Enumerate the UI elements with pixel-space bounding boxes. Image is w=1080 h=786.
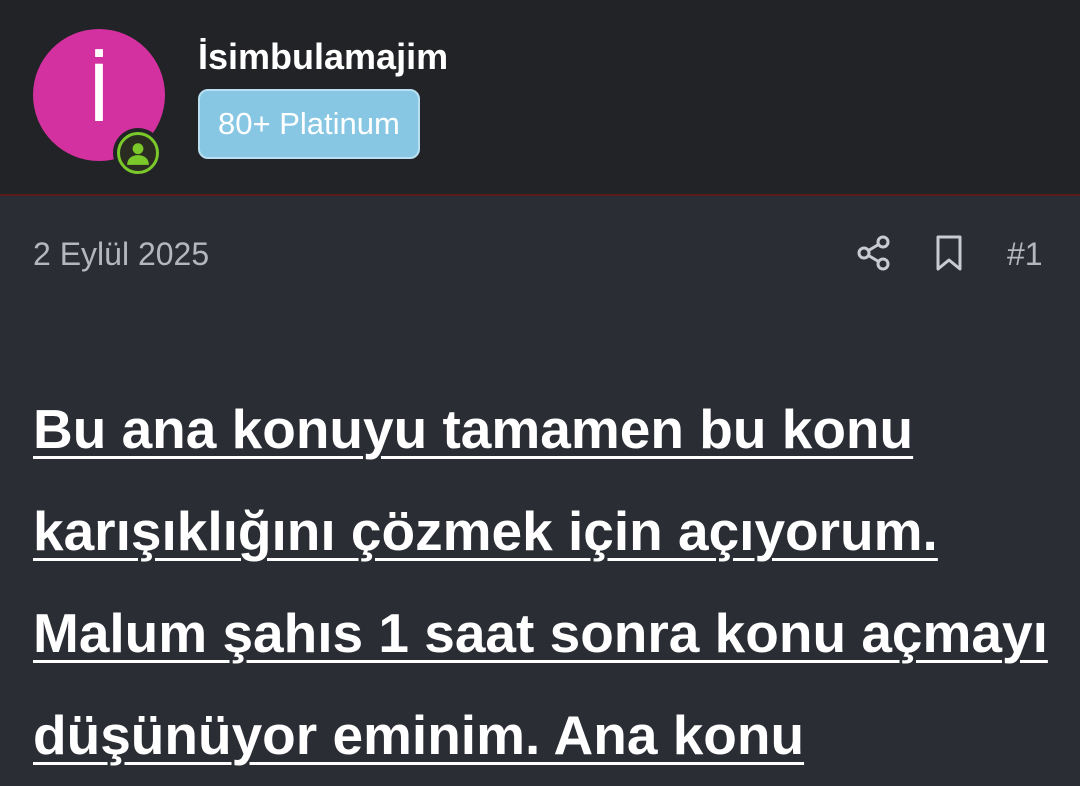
post-body-line: Bu ana konuyu tamamen bu konu (33, 398, 914, 460)
bookmark-icon[interactable] (932, 234, 966, 272)
person-icon (127, 143, 149, 165)
post-body-line: düşünüyor eminim. Ana konu (33, 704, 805, 766)
online-status-badge (113, 128, 163, 178)
post-meta-bar: 2 Eylül 2025 #1 (0, 198, 1080, 308)
share-icon[interactable] (856, 234, 892, 272)
user-rank-badge: 80+ Platinum (198, 89, 420, 159)
post-body: Bu ana konuyu tamamen bu konu karışıklığ… (33, 378, 1063, 786)
post-number-link[interactable]: #1 (1007, 236, 1043, 273)
post-author-header: İ İsimbulamajim 80+ Platinum (0, 0, 1080, 196)
post-body-line: karışıklığını çözmek için açıyorum. (33, 500, 938, 562)
post-date[interactable]: 2 Eylül 2025 (33, 236, 209, 273)
post-body-line: Malum şahıs 1 saat sonra konu açmayı (33, 602, 1048, 664)
username[interactable]: İsimbulamajim (198, 36, 448, 78)
